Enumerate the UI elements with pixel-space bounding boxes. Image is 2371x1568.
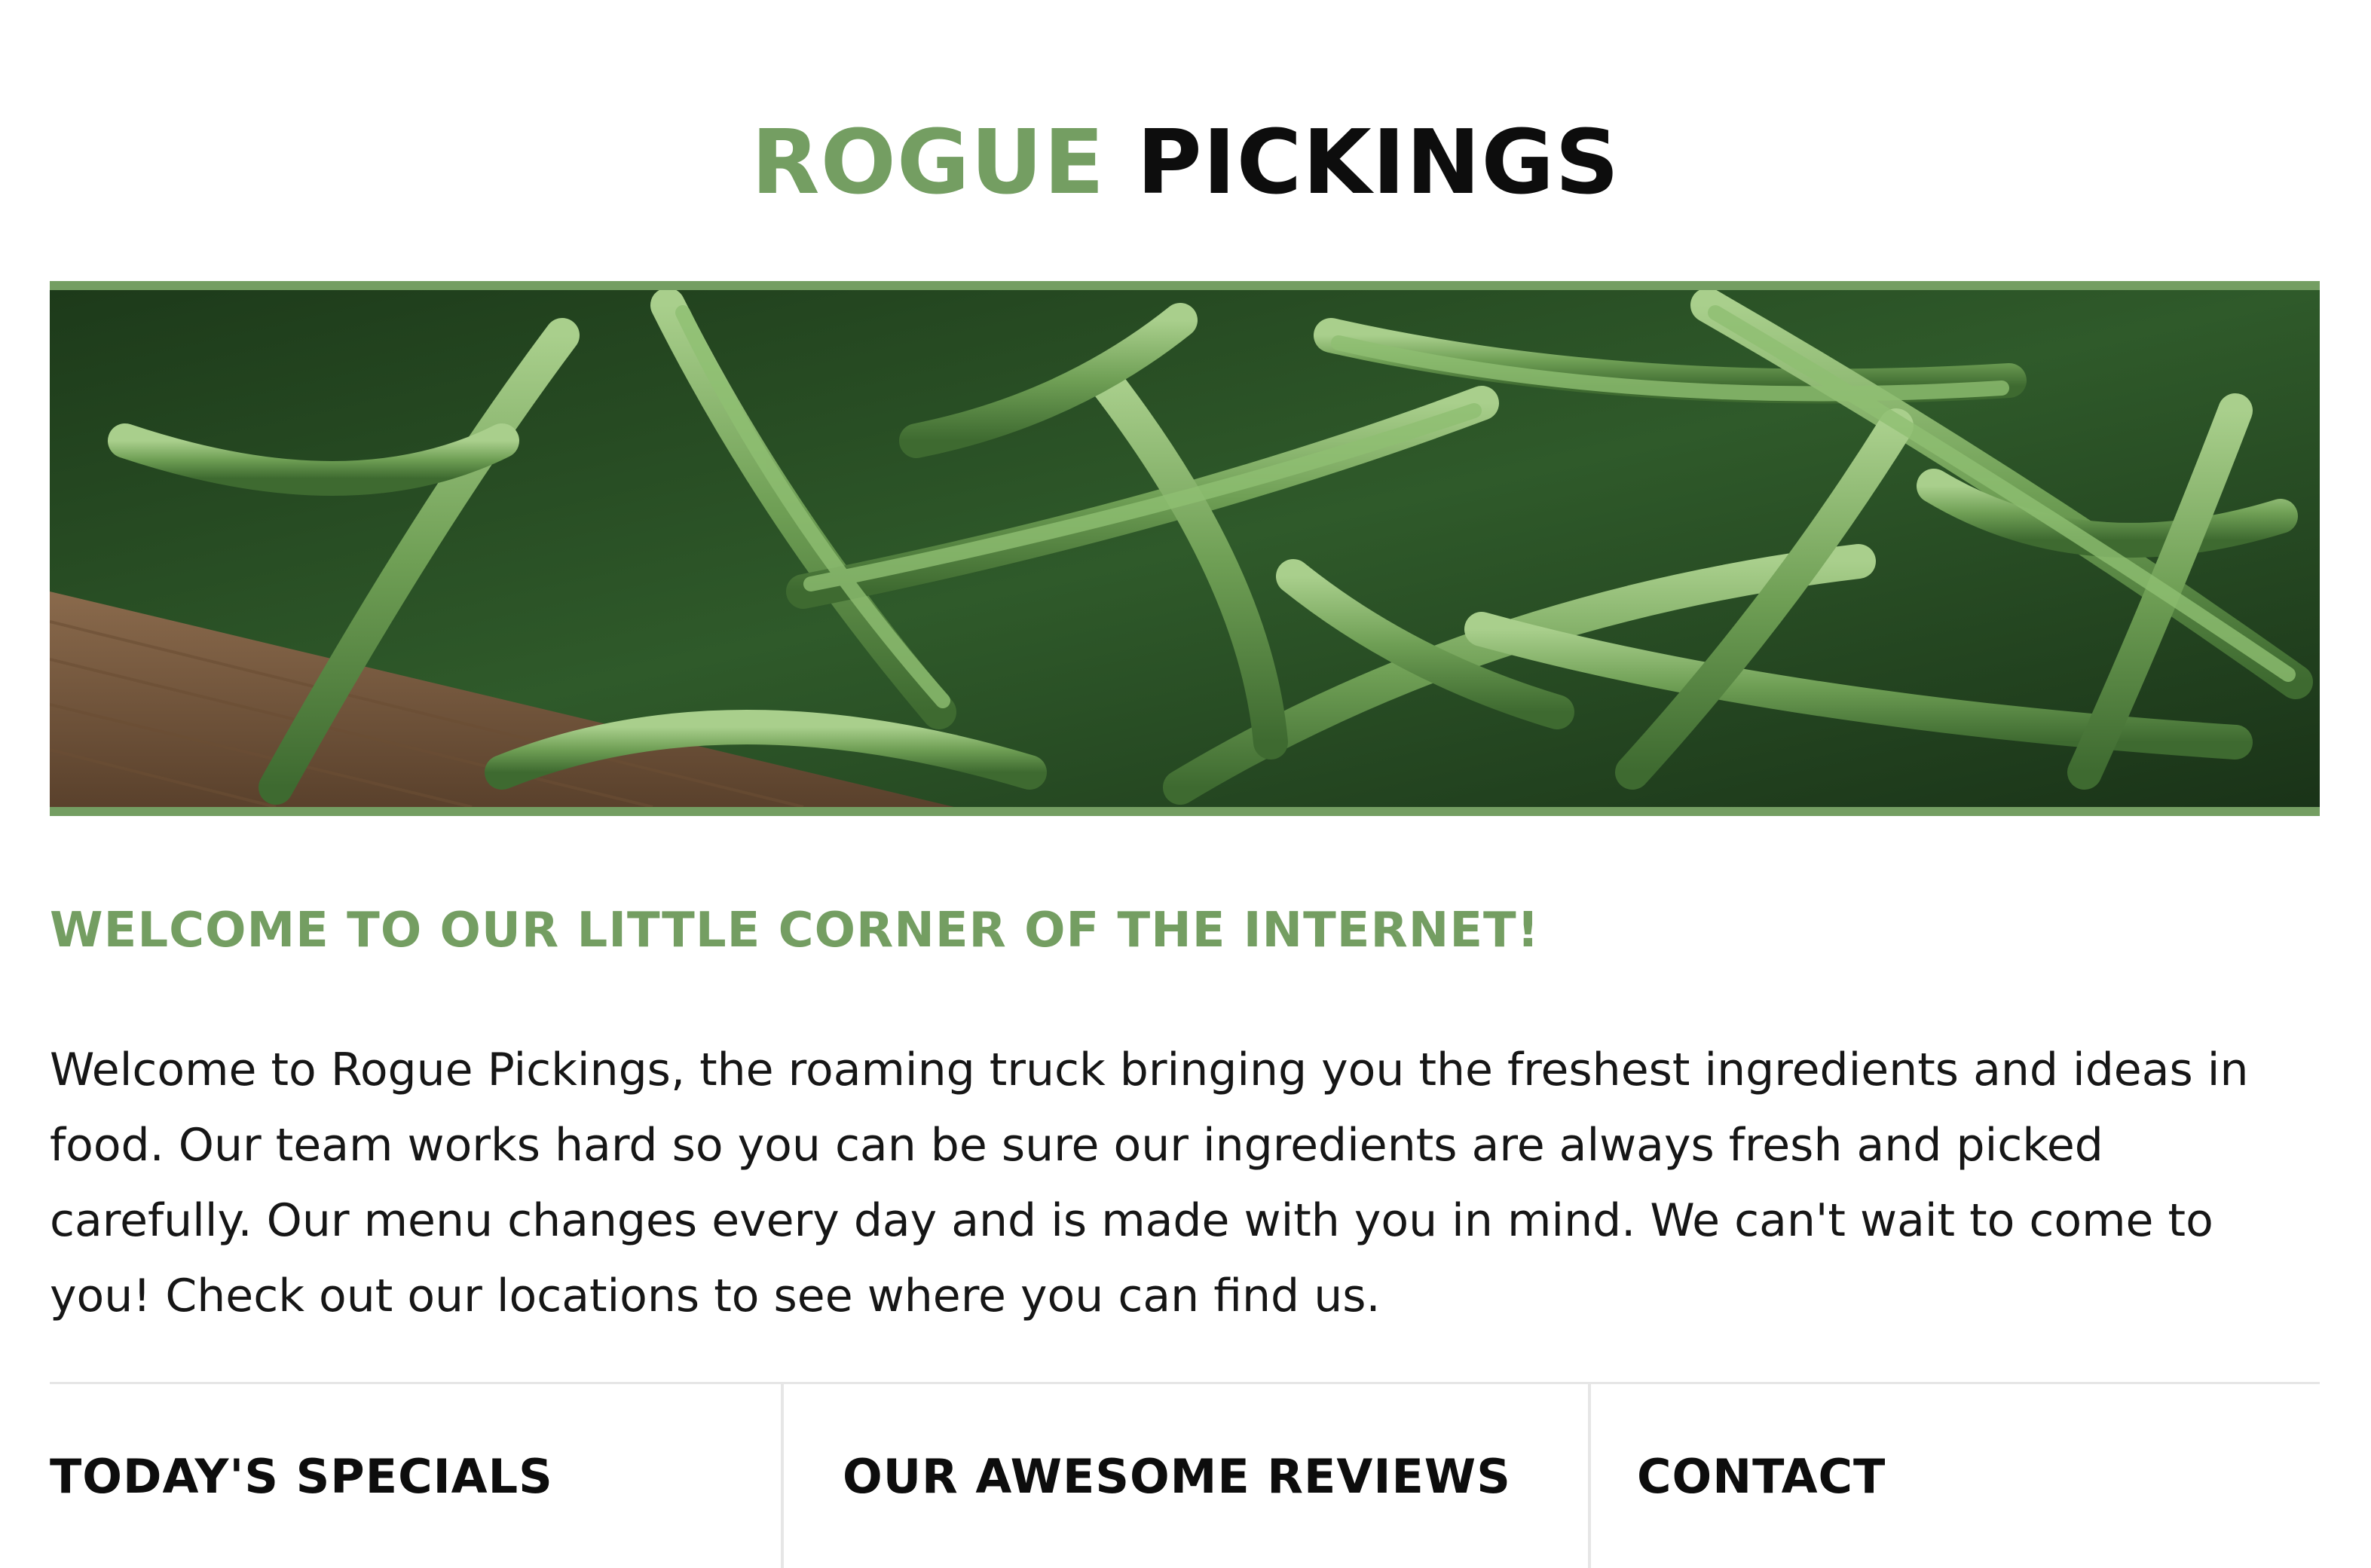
welcome-heading: WELCOME TO OUR LITTLE CORNER OF THE INTE… bbox=[50, 903, 1540, 958]
column-divider bbox=[1588, 1383, 1591, 1568]
section-divider bbox=[50, 1382, 2320, 1384]
contact-heading: CONTACT bbox=[1637, 1449, 1886, 1504]
site-title-pickings: PICKINGS bbox=[1137, 110, 1620, 214]
green-beans-image bbox=[50, 290, 2320, 807]
hero-banner-image bbox=[50, 281, 2320, 816]
site-title: ROGUE PICKINGS bbox=[0, 105, 2371, 219]
reviews-heading: OUR AWESOME REVIEWS bbox=[843, 1449, 1511, 1504]
todays-specials-heading: TODAY'S SPECIALS bbox=[50, 1449, 553, 1504]
column-divider bbox=[781, 1383, 784, 1568]
welcome-paragraph: Welcome to Rogue Pickings, the roaming t… bbox=[50, 1044, 2249, 1322]
site-title-rogue: ROGUE bbox=[751, 110, 1106, 214]
